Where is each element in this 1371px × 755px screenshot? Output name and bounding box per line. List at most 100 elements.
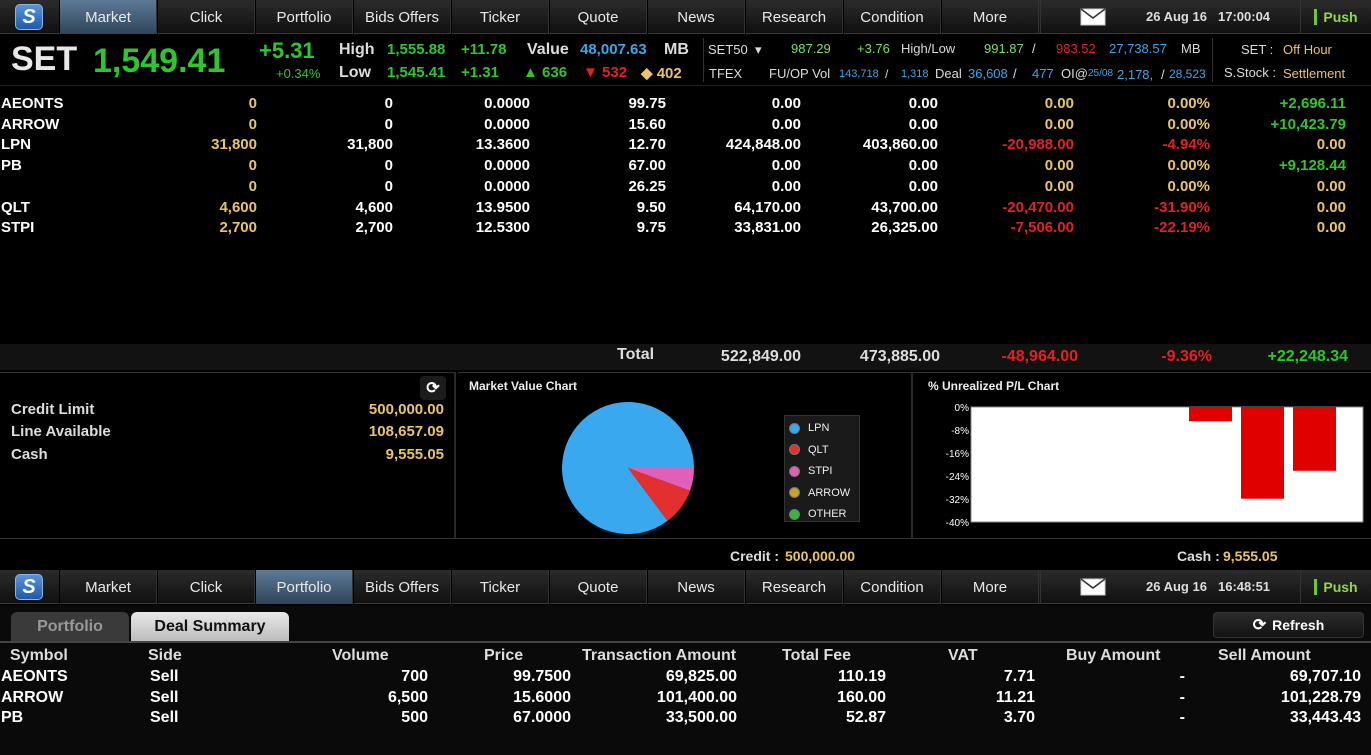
- market-value-cell: 403,860.00: [862, 136, 938, 154]
- tab-ticker[interactable]: Ticker: [451, 570, 549, 604]
- unrealized-pl-cell: -20,470.00: [1002, 198, 1074, 216]
- column-header[interactable]: Transaction Amount: [582, 647, 736, 665]
- set50-selector[interactable]: SET50 ▾: [708, 42, 762, 58]
- column-header[interactable]: Side: [148, 647, 182, 665]
- tab-ticker[interactable]: Ticker: [451, 0, 549, 34]
- app-logo-icon[interactable]: S: [0, 570, 58, 604]
- deal-amt-cell: 69,825.00: [665, 668, 737, 685]
- tab-bids-offers[interactable]: Bids Offers: [353, 0, 451, 34]
- tab-more[interactable]: More: [941, 570, 1039, 604]
- tab-portfolio[interactable]: Portfolio: [255, 0, 353, 34]
- table-row[interactable]: STPI 2,700 2,700 12.5300 9.75 33,831.00 26,325…: [0, 218, 1371, 239]
- actual-volume-cell: 0: [384, 177, 393, 195]
- tab-condition[interactable]: Condition: [843, 570, 941, 604]
- deal-vat-cell: 3.70: [1003, 709, 1035, 727]
- refresh-button[interactable]: ⟳ Refresh: [1213, 612, 1364, 638]
- column-header[interactable]: Sell Amount: [1218, 647, 1311, 665]
- tab-portfolio[interactable]: Portfolio: [11, 612, 129, 641]
- bar-lpn: [1189, 407, 1232, 422]
- column-header[interactable]: Buy Amount: [1066, 647, 1161, 665]
- refresh-icon: ⟳: [1252, 617, 1267, 634]
- mail-icon[interactable]: [1040, 570, 1144, 604]
- legend-label: ARROW: [808, 486, 851, 499]
- set-status: Off Hour: [1283, 42, 1332, 57]
- push-toggle[interactable]: Push: [1300, 0, 1371, 34]
- deal-price-cell: 15.6000: [513, 688, 571, 706]
- tab-market[interactable]: Market: [59, 570, 157, 604]
- tab-market[interactable]: Market: [59, 0, 157, 34]
- deal-vat-cell: 11.21: [995, 688, 1035, 706]
- set50-unit: MB: [1181, 41, 1201, 56]
- total-market-value: 473,885.00: [859, 348, 940, 365]
- advance-value: 636: [542, 64, 568, 81]
- tab-deal-summary[interactable]: Deal Summary: [131, 612, 289, 641]
- avg-price-cell: 0.0000: [484, 95, 530, 112]
- tab-news[interactable]: News: [647, 570, 745, 604]
- actual-volume-cell: 4,600: [355, 198, 393, 216]
- tab-portfolio[interactable]: Portfolio: [255, 570, 353, 604]
- legend-label: STPI: [808, 465, 833, 477]
- table-row[interactable]: PB 0 0 0.0000 67.00 0.00 0.00 0.00 0.00% +9,128.4…: [0, 156, 1371, 177]
- column-header[interactable]: Price: [484, 647, 523, 665]
- unrealized-pct-cell: -31.90%: [1154, 198, 1210, 216]
- table-row[interactable]: LPN 31,800 31,800 13.3600 12.70 424,848.00 403…: [0, 135, 1371, 156]
- unrealized-pl-cell: 0.00: [1044, 177, 1074, 195]
- column-header[interactable]: Symbol: [10, 647, 68, 665]
- table-row[interactable]: QLT 4,600 4,600 13.9500 9.50 64,170.00 43,700.…: [0, 198, 1371, 219]
- refresh-icon[interactable]: ⟳: [420, 376, 446, 400]
- app-logo-icon[interactable]: S: [0, 0, 58, 34]
- tab-quote[interactable]: Quote: [549, 570, 647, 604]
- mail-icon[interactable]: [1040, 0, 1144, 34]
- date-display: 26 Aug 16: [1146, 9, 1207, 24]
- table-row[interactable]: AEONTS 0 0 0.0000 99.75 0.00 0.00 0.00 0.00% +2,6…: [0, 94, 1371, 115]
- y-tick-label: -32%: [946, 495, 969, 506]
- table-row[interactable]: ARROW 0 0 0.0000 15.60 0.00 0.00 0.00 0.00% +10,4…: [0, 115, 1371, 136]
- avg-price-cell: 0.0000: [484, 115, 530, 133]
- tab-research[interactable]: Research: [745, 0, 843, 34]
- oi-2: 28,523: [1169, 67, 1206, 81]
- index-value: 1,549.41: [93, 42, 226, 80]
- account-panel: ⟳ Credit Limit 500,000.00 Line Available…: [0, 372, 456, 538]
- table-row[interactable]: 0 0 0.0000 26.25 0.00 0.00 0.00 0.00% 0.00: [0, 177, 1371, 198]
- fuop-vol-1: 143,718: [839, 68, 879, 80]
- value-label: Value: [527, 41, 569, 58]
- oi-label: OI@: [1061, 66, 1088, 81]
- bottom-nav-bar: S 26 Aug 16 16:48:51 Push Market Click Por…: [0, 570, 1371, 604]
- y-tick-label: -24%: [946, 472, 969, 483]
- realized-pl-cell: 0.00: [1316, 198, 1346, 216]
- tab-news[interactable]: News: [647, 0, 745, 34]
- market-value-chart-panel: Market Value Chart LPN QLT STPI ARROW OTHER: [458, 372, 911, 538]
- deal-vol-cell: 500: [401, 709, 428, 727]
- available-volume-cell: 0: [248, 177, 257, 195]
- legend-item: QLT: [789, 444, 829, 456]
- market-price-cell: 12.70: [628, 136, 666, 154]
- column-header[interactable]: VAT: [948, 647, 978, 665]
- legend-swatch-icon: [789, 508, 800, 520]
- unrealized-pl-chart-title: % Unrealized P/L Chart: [928, 379, 1060, 393]
- market-value-cell: 0.00: [908, 115, 938, 133]
- avg-price-cell: 0.0000: [484, 177, 530, 195]
- column-header[interactable]: Volume: [332, 647, 389, 665]
- deal-side-cell: Sell: [150, 688, 179, 706]
- unrealized-pct-cell: -22.19%: [1154, 219, 1210, 237]
- push-toggle[interactable]: Push: [1300, 570, 1371, 604]
- set50-high: 991.87: [984, 41, 1024, 56]
- tab-condition[interactable]: Condition: [843, 0, 941, 34]
- date-display: 26 Aug 16: [1146, 579, 1207, 594]
- tab-bids-offers[interactable]: Bids Offers: [353, 570, 451, 604]
- fuop-separator: /: [885, 67, 889, 81]
- actual-volume-cell: 0: [384, 95, 393, 112]
- avg-price-cell: 0.0000: [484, 157, 530, 175]
- symbol-cell: LPN: [1, 136, 31, 154]
- total-unrealized-pl: -48,964.00: [1001, 348, 1078, 365]
- market-price-cell: 9.75: [636, 219, 666, 237]
- up-arrow-icon: ▲: [523, 64, 538, 81]
- tab-click[interactable]: Click: [157, 0, 255, 34]
- tab-research[interactable]: Research: [745, 570, 843, 604]
- deal-sym-cell: PB: [1, 709, 24, 727]
- unrealized-pct-cell: 0.00%: [1167, 115, 1210, 133]
- tab-more[interactable]: More: [941, 0, 1039, 34]
- column-header[interactable]: Total Fee: [782, 647, 851, 665]
- tab-click[interactable]: Click: [157, 570, 255, 604]
- tab-quote[interactable]: Quote: [549, 0, 647, 34]
